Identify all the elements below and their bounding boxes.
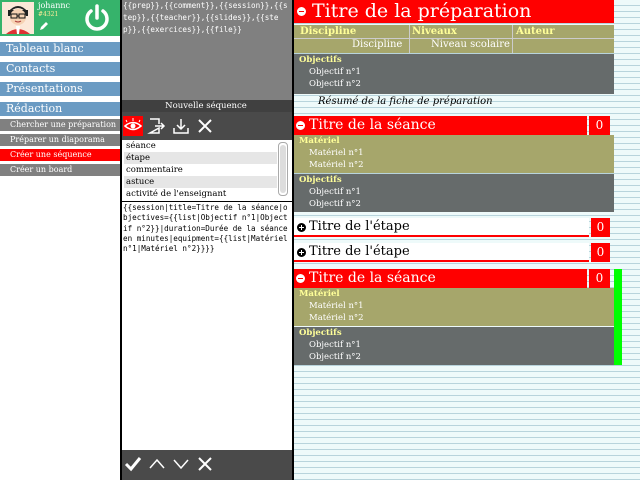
objectifs-block: Objectifs Objectif n°1 Objectif n°2: [294, 174, 614, 212]
info-table: Discipline Niveaux Auteur Discipline Niv…: [294, 25, 614, 53]
arrow-down-icon[interactable]: [172, 455, 190, 473]
preparation-title-bar[interactable]: Titre de la préparation: [294, 0, 614, 23]
step-count-badge: 0: [591, 243, 610, 262]
element-item-commentaire[interactable]: commentaire: [124, 164, 277, 176]
objectif-item: Objectif n°2: [309, 79, 361, 89]
objectif-item: Objectif n°1: [309, 67, 361, 77]
import-icon[interactable]: [147, 116, 167, 136]
scrollbar-thumb[interactable]: [280, 145, 286, 193]
element-item-etape[interactable]: étape: [124, 152, 277, 164]
summary-text: Résumé de la fiche de préparation: [318, 96, 493, 107]
submenu-item-creer-board[interactable]: Créer un board: [0, 164, 120, 176]
element-item-seance[interactable]: séance: [124, 140, 277, 152]
selected-indicator: [614, 269, 622, 365]
step-count-badge: 0: [591, 218, 610, 237]
menu-item-contacts[interactable]: Contacts: [0, 62, 120, 76]
objectif-item: Objectif n°1: [309, 340, 361, 350]
objectifs-label: Objectifs: [299, 175, 342, 185]
power-icon[interactable]: [82, 3, 112, 33]
session-title-bar[interactable]: Titre de la séance: [294, 269, 587, 288]
divider: [120, 0, 122, 480]
editor-panel: {{prep}},{{comment}},{{session}},{{step}…: [120, 0, 294, 480]
preparation-title: Titre de la préparation: [312, 0, 532, 22]
submenu-item-diaporama[interactable]: Préparer un diaporama: [0, 134, 120, 146]
session-title: Titre de la séance: [309, 270, 436, 286]
user-bar: johannc #4321: [0, 0, 120, 36]
header-auteur: Auteur: [516, 26, 555, 37]
editor-bottom-bar: [120, 450, 292, 480]
template-list[interactable]: {{prep}},{{comment}},{{session}},{{step}…: [120, 0, 292, 100]
delete-icon[interactable]: [196, 455, 214, 473]
step-title: Titre de l'étape: [309, 244, 410, 259]
header-discipline: Discipline: [300, 26, 357, 37]
materiel-block: Matériel Matériel n°1 Matériel n°2: [294, 135, 614, 173]
editor-toolbar: [120, 112, 292, 140]
sidebar: johannc #4321 Tableau blanc Contacts Pré…: [0, 0, 120, 480]
step-title-bar[interactable]: Titre de l'étape: [294, 218, 589, 237]
objectifs-label: Objectifs: [299, 328, 342, 338]
session-count-badge: 0: [589, 269, 610, 288]
materiel-item: Matériel n°2: [309, 313, 364, 323]
session-title: Titre de la séance: [309, 117, 436, 133]
objectif-item: Objectif n°1: [309, 187, 361, 197]
user-id: #4321: [38, 11, 59, 18]
menu-item-redaction[interactable]: Rédaction: [0, 102, 120, 116]
menu-item-tableau-blanc[interactable]: Tableau blanc: [0, 42, 120, 56]
eye-icon[interactable]: [123, 116, 143, 136]
session-count-badge: 0: [589, 116, 610, 135]
expand-icon[interactable]: [297, 223, 306, 232]
materiel-item: Matériel n°1: [309, 301, 364, 311]
session-title-bar[interactable]: Titre de la séance: [294, 116, 587, 135]
step-title: Titre de l'étape: [309, 219, 410, 234]
element-list: séance étape commentaire astuce activité…: [120, 140, 292, 200]
materiel-item: Matériel n°1: [309, 148, 364, 158]
objectif-item: Objectif n°2: [309, 352, 361, 362]
close-icon[interactable]: [195, 116, 215, 136]
step-title-bar[interactable]: Titre de l'étape: [294, 243, 589, 262]
header-niveaux: Niveaux: [412, 26, 457, 37]
materiel-label: Matériel: [299, 136, 340, 146]
user-name: johannc: [38, 1, 71, 10]
materiel-item: Matériel n°2: [309, 160, 364, 170]
person-avatar-icon[interactable]: [2, 2, 34, 34]
collapse-icon[interactable]: [296, 274, 305, 283]
collapse-icon[interactable]: [297, 7, 306, 16]
pen-icon[interactable]: [39, 21, 49, 31]
submenu-item-creer-sequence[interactable]: Créer une séquence: [0, 149, 120, 161]
menu-item-presentations[interactable]: Présentations: [0, 82, 120, 96]
objectifs-block: Objectifs Objectif n°1 Objectif n°2: [294, 327, 614, 365]
new-sequence-header: Nouvelle séquence: [120, 100, 292, 112]
download-icon[interactable]: [171, 116, 191, 136]
element-item-astuce[interactable]: astuce: [124, 176, 277, 188]
submenu-item-chercher[interactable]: Chercher une préparation: [0, 119, 120, 131]
expand-icon[interactable]: [297, 248, 306, 257]
collapse-icon[interactable]: [296, 121, 305, 130]
element-item-activite[interactable]: activité de l'enseignant: [124, 188, 277, 200]
preview-panel: Titre de la préparation Discipline Nivea…: [294, 0, 640, 480]
check-icon[interactable]: [124, 455, 142, 473]
code-editor[interactable]: {{session|title=Titre de la séance|objec…: [120, 201, 292, 450]
objectifs-label: Objectifs: [299, 55, 342, 65]
objectifs-block: Objectifs Objectif n°1 Objectif n°2: [294, 54, 614, 94]
arrow-up-icon[interactable]: [148, 455, 166, 473]
element-list-scrollbar[interactable]: [278, 142, 288, 196]
objectif-item: Objectif n°2: [309, 199, 361, 209]
value-discipline: Discipline: [352, 39, 403, 50]
materiel-label: Matériel: [299, 289, 340, 299]
materiel-block: Matériel Matériel n°1 Matériel n°2: [294, 288, 614, 326]
value-niveau: Niveau scolaire: [431, 39, 510, 50]
